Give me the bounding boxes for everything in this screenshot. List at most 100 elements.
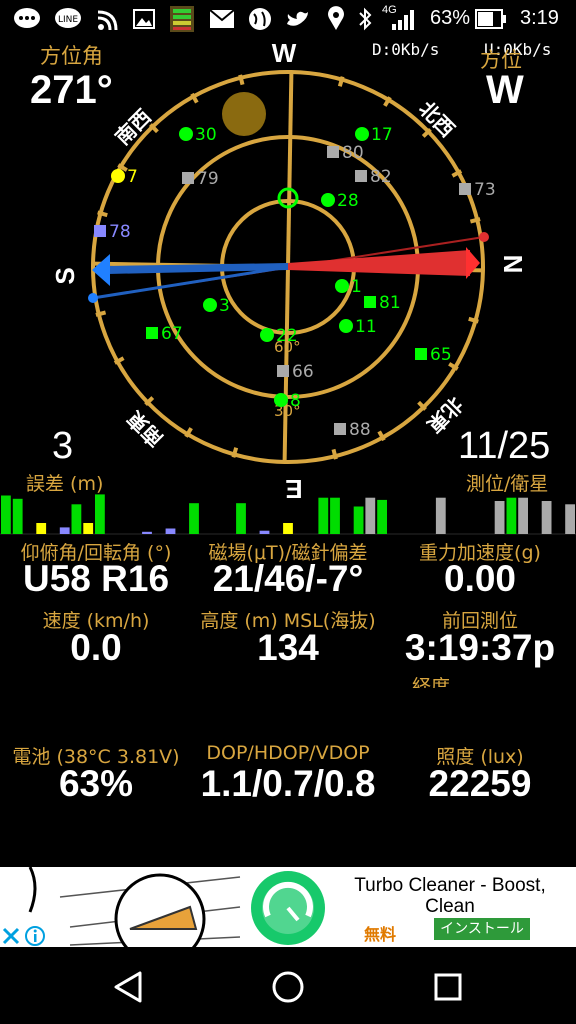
- cell-signal-icon: [392, 10, 414, 30]
- satellite-id-label: 73: [474, 180, 496, 200]
- compass-north-label: N: [498, 255, 528, 274]
- compass-nw-label: 北西: [414, 96, 459, 141]
- ad-banner[interactable]: Turbo Cleaner - Boost, Clean 無料 インストール: [0, 867, 576, 947]
- signal-app-icon: [170, 6, 194, 32]
- ad-close-button[interactable]: [0, 925, 22, 947]
- satellite-id-label: 79: [197, 169, 219, 189]
- pitch-value: U58 R16: [22, 558, 170, 599]
- twitter-icon: [287, 11, 308, 26]
- fix-count-value: 11/25: [458, 425, 551, 467]
- signal-bar: [541, 501, 552, 534]
- back-icon[interactable]: [108, 967, 148, 1007]
- battery-icon: [475, 9, 506, 29]
- signal-bar: [365, 497, 376, 534]
- signal-bar: [435, 497, 446, 534]
- satellite-marker: [355, 170, 367, 182]
- satellite-id-label: 78: [109, 222, 131, 242]
- sun-icon: [222, 92, 266, 136]
- signal-bar: [1, 495, 11, 534]
- battery-percent: 63%: [430, 7, 471, 29]
- location-icon: [328, 6, 344, 30]
- home-icon[interactable]: [268, 967, 308, 1007]
- line-icon: LINE: [55, 8, 81, 28]
- satellite-marker: [146, 327, 158, 339]
- close-icon: [2, 927, 20, 945]
- satellite-marker: [260, 328, 274, 342]
- signal-bar: [165, 528, 176, 534]
- image-icon: [133, 9, 155, 29]
- ad-title[interactable]: Turbo Cleaner - Boost, Clean: [334, 875, 566, 917]
- satellite-id-label: 80: [342, 143, 364, 163]
- satellite-marker: [334, 423, 346, 435]
- clock: 3:19: [520, 7, 559, 29]
- signal-bar: [283, 523, 293, 534]
- satellite-id-label: 22: [276, 326, 298, 346]
- altitude-value: 134: [257, 627, 319, 668]
- accuracy-value: 3: [52, 425, 74, 467]
- signal-bar: [506, 497, 517, 534]
- compass-tick: [97, 210, 108, 218]
- signal-bar: [330, 497, 340, 534]
- turbo-cleaner-icon: [251, 871, 325, 945]
- signal-bar: [565, 504, 575, 534]
- last-fix-value: 3:19:37p: [404, 627, 556, 668]
- compass-south-label: S: [50, 267, 80, 284]
- satellite-marker: [364, 296, 376, 308]
- signal-bar: [71, 504, 82, 534]
- signal-bar: [318, 497, 329, 534]
- ad-price: 無料: [364, 925, 397, 944]
- satellite-marker: [182, 172, 194, 184]
- signal-bar: [353, 506, 364, 534]
- compass-tick: [337, 76, 345, 87]
- needle-north-dot: [479, 232, 489, 242]
- satellite-marker: [327, 146, 339, 158]
- signal-bar: [259, 530, 270, 534]
- compass-tick: [231, 447, 239, 458]
- satellite-marker: [111, 169, 125, 183]
- signal-bar: [377, 499, 387, 534]
- compass-sw-label: 南西: [110, 104, 155, 149]
- recent-apps-icon[interactable]: [428, 967, 468, 1007]
- satellite-marker: [459, 183, 471, 195]
- compass-tick: [238, 74, 245, 86]
- satellite-id-label: 7: [127, 167, 138, 187]
- compass-west-label: W: [272, 38, 297, 68]
- speed-value: 0.0: [70, 627, 122, 668]
- satellite-id-label: 28: [337, 191, 359, 211]
- satellite-marker: [355, 127, 369, 141]
- dop-label: DOP/HDOP/VDOP: [206, 742, 370, 764]
- ad-info-button[interactable]: [24, 925, 46, 947]
- satellite-marker: [335, 279, 349, 293]
- mag-value: 21/46/-7°: [212, 558, 364, 599]
- gmail-icon: [209, 9, 235, 28]
- navigation-bar: [0, 947, 576, 1024]
- satellite-id-label: 82: [370, 167, 392, 187]
- satellite-id-label: 81: [379, 293, 401, 313]
- signal-bar: [518, 497, 528, 534]
- satellite-marker: [339, 319, 353, 333]
- satellite-marker: [179, 127, 193, 141]
- longitude-label-clip: 経度: [400, 672, 470, 688]
- status-bar: LINE 4G 63% 3:19: [0, 0, 576, 38]
- svg-text:LINE: LINE: [58, 15, 78, 25]
- battery-value: 63%: [58, 763, 134, 804]
- signal-strength-chart: [0, 494, 576, 535]
- satellite-id-label: 65: [430, 345, 452, 365]
- wifi-icon: [97, 10, 118, 31]
- signal-bar: [189, 503, 199, 534]
- compass-tick: [469, 217, 481, 224]
- signal-bar: [36, 523, 47, 534]
- satellite-id-label: 66: [292, 362, 314, 382]
- ad-install-button[interactable]: インストール: [434, 918, 530, 940]
- info-icon: [25, 926, 45, 946]
- satellite-marker: [94, 225, 106, 237]
- needle-south-dot: [88, 293, 98, 303]
- longitude-label: 経度: [412, 676, 451, 688]
- compass-tick: [468, 316, 479, 324]
- signal-bar: [142, 531, 152, 534]
- lux-value: 22259: [428, 763, 532, 804]
- globe-icon: [249, 8, 271, 30]
- signal-bar: [494, 501, 505, 534]
- gravity-value: 0.00: [443, 558, 517, 599]
- satellite-id-label: 88: [349, 420, 371, 440]
